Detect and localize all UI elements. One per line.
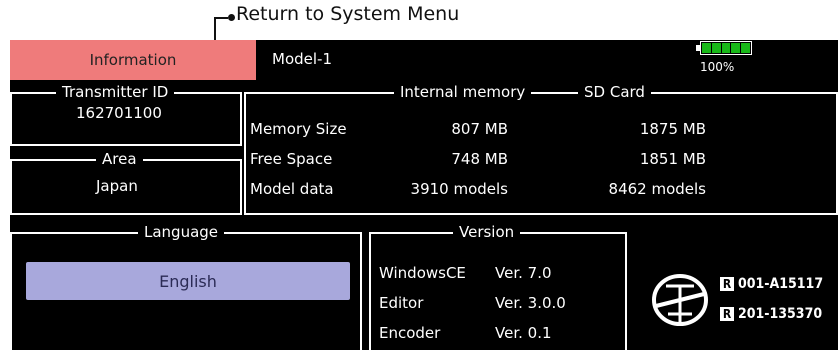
information-tab-button[interactable]: Information — [10, 40, 256, 80]
language-select-button[interactable]: English — [26, 262, 350, 300]
version-group: Version WindowsCE Ver. 7.0 Editor Ver. 3… — [369, 223, 627, 350]
transmitter-id-title: Transmitter ID — [56, 83, 175, 101]
language-title: Language — [138, 223, 225, 241]
registered-r-mark-icon: R — [720, 307, 734, 321]
memory-size-label: Memory Size — [250, 120, 347, 138]
device-screen: Information Model-1 100% Transmitter ID … — [10, 40, 838, 350]
sd-card-header: SD Card — [578, 83, 651, 101]
version-value-windowsce: Ver. 7.0 — [495, 264, 552, 282]
model-data-sd: 8462 models — [608, 180, 706, 198]
free-space-internal: 748 MB — [451, 150, 508, 168]
version-value-editor: Ver. 3.0.0 — [495, 294, 566, 312]
area-value: Japan — [96, 177, 138, 195]
cert-code-1: R 001-A15117 — [720, 276, 823, 292]
free-space-label: Free Space — [250, 150, 333, 168]
memory-group: Internal memory SD Card Memory Size 807 … — [244, 83, 838, 215]
callout-line-horizontal — [214, 17, 228, 19]
free-space-sd: 1851 MB — [639, 150, 706, 168]
cert-code-2: R 201-135370 — [720, 306, 822, 322]
registered-r-mark-icon: R — [720, 277, 734, 291]
memory-size-sd: 1875 MB — [639, 120, 706, 138]
model-data-label: Model data — [250, 180, 334, 198]
language-group: Language English — [10, 223, 362, 350]
area-group: Area Japan — [10, 150, 242, 215]
version-value-encoder: Ver. 0.1 — [495, 324, 552, 342]
giteki-mark-icon — [652, 274, 708, 326]
callout-label: Return to System Menu — [236, 3, 460, 25]
battery-icon — [700, 41, 752, 55]
model-name: Model-1 — [272, 50, 332, 68]
callout-dot — [228, 14, 235, 21]
transmitter-id-value: 162701100 — [76, 104, 162, 122]
internal-memory-header: Internal memory — [394, 83, 532, 101]
version-name-encoder: Encoder — [379, 324, 441, 342]
version-title: Version — [453, 223, 521, 241]
version-name-editor: Editor — [379, 294, 424, 312]
battery-percent: 100% — [700, 60, 735, 74]
version-name-windowsce: WindowsCE — [379, 264, 466, 282]
transmitter-id-group: Transmitter ID 162701100 — [10, 83, 242, 146]
area-title: Area — [96, 150, 143, 168]
model-data-internal: 3910 models — [410, 180, 508, 198]
memory-size-internal: 807 MB — [451, 120, 508, 138]
